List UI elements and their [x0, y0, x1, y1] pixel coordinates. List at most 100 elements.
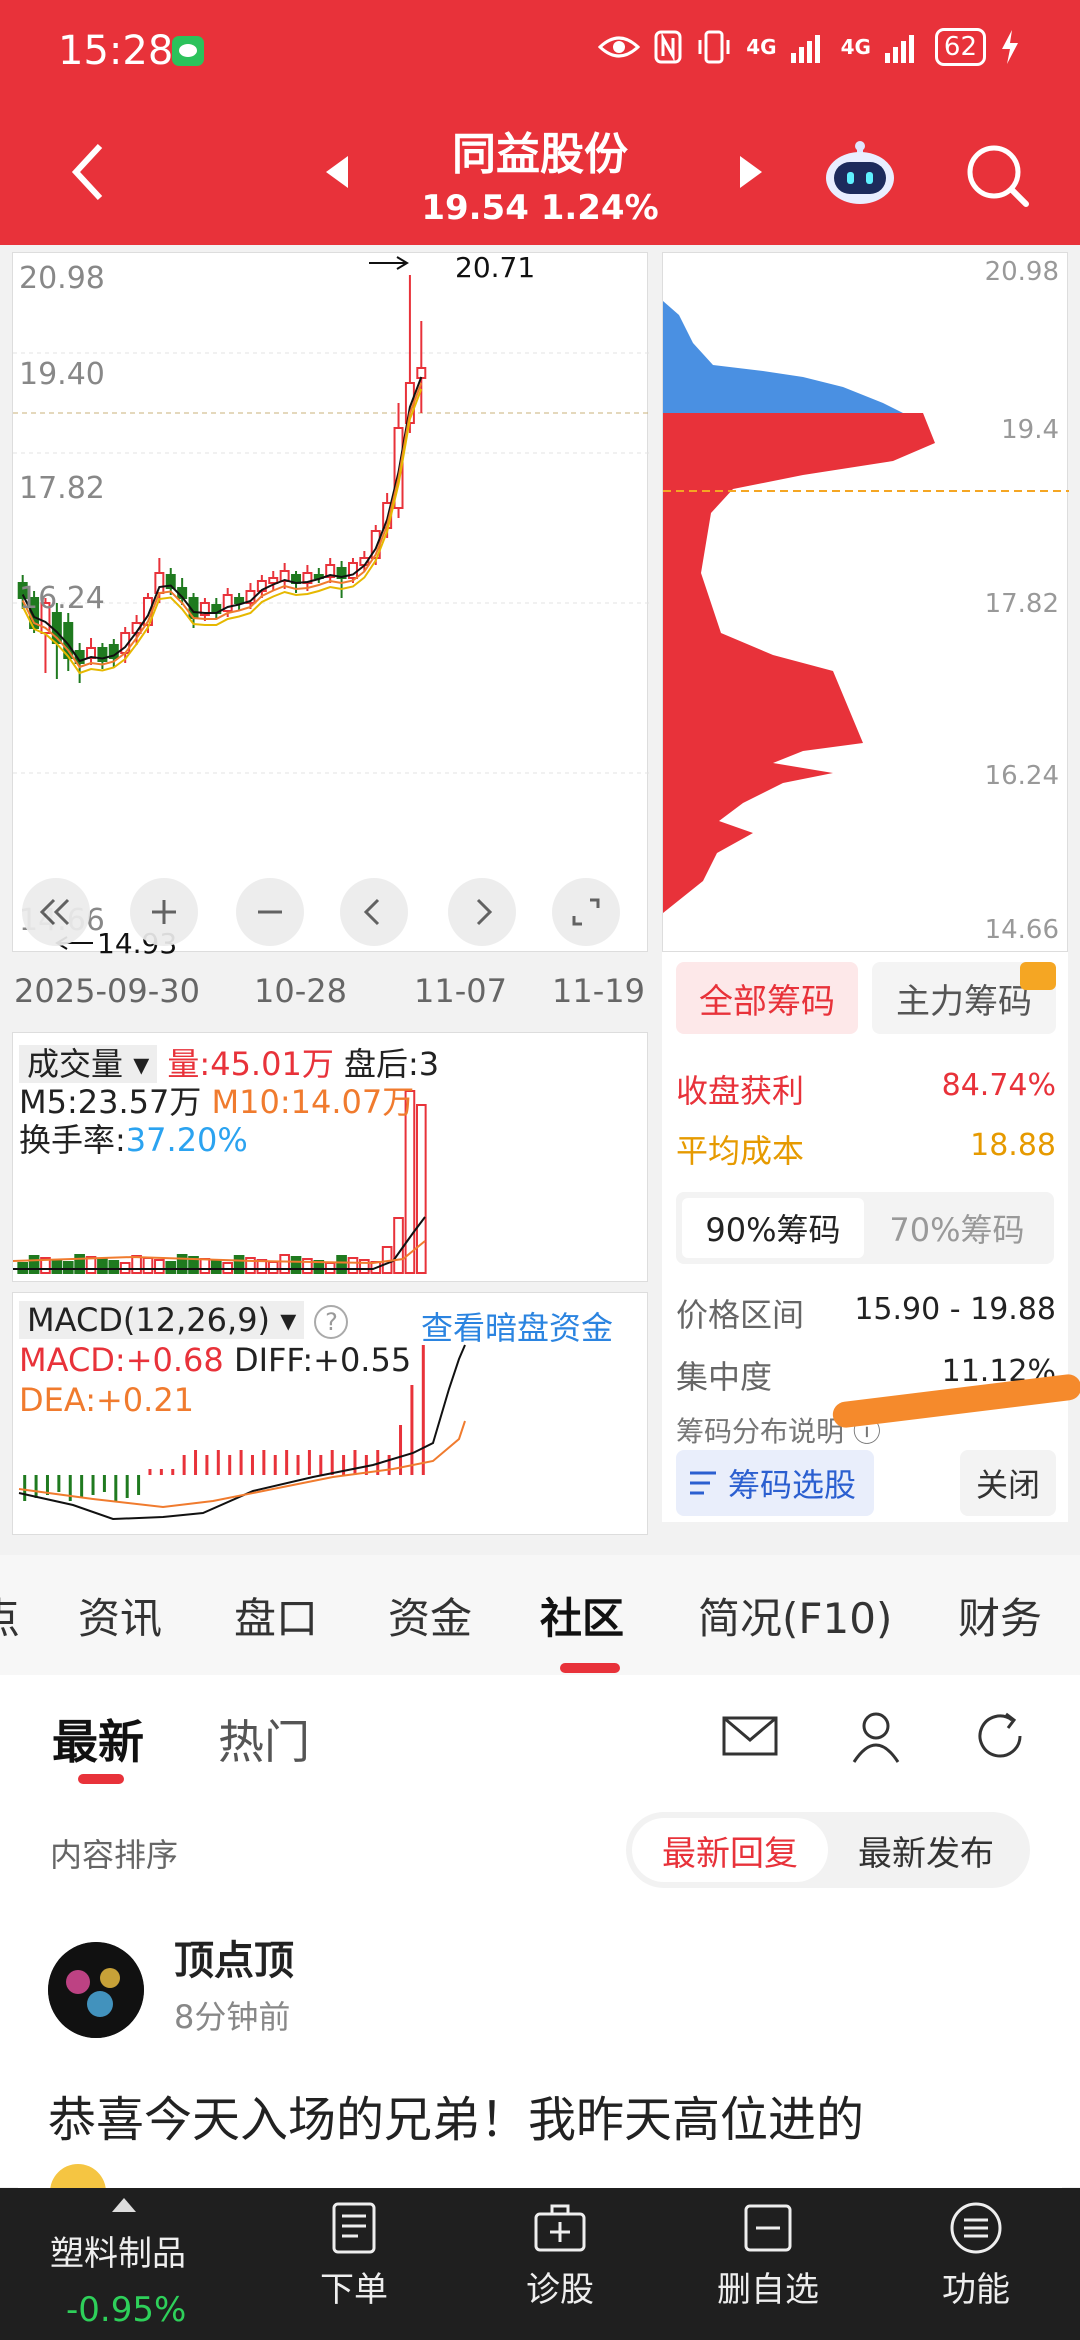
kline-y-label: 17.82 [19, 471, 105, 506]
post-author[interactable]: 顶点顶 [174, 1928, 294, 1986]
ai-assistant-button[interactable] [822, 138, 898, 206]
diagnose-button[interactable]: 诊股 [490, 2200, 630, 2330]
macd-chart[interactable]: MACD(12,26,9) ▾ ? 查看暗盘资金 MACD:+0.68 DIFF… [12, 1292, 648, 1535]
chart-zoom-in-button[interactable] [130, 878, 198, 946]
macd-value: MACD:+0.68 [19, 1341, 224, 1379]
volume-bar [279, 1254, 290, 1274]
chart-rewind-button[interactable] [22, 878, 90, 946]
volume-bar [131, 1255, 142, 1274]
tab-news[interactable]: 资讯 [78, 1585, 162, 1646]
caret-up-icon [112, 2198, 136, 2212]
candle-body [234, 597, 245, 604]
signal-label-1: 4G [746, 35, 777, 59]
signal-icon-2 [884, 35, 914, 63]
battery-indicator: 62 [934, 28, 986, 66]
macd-header: MACD(12,26,9) ▾ ? [19, 1301, 349, 1339]
remove-watchlist-button[interactable]: 删自选 [698, 2200, 838, 2330]
macd-select-label: MACD(12,26,9) [27, 1301, 271, 1339]
chip-y-label: 20.98 [984, 257, 1059, 287]
order-label: 下单 [320, 2270, 388, 2310]
tab-funds[interactable]: 资金 [388, 1585, 472, 1646]
tab-hot[interactable]: 热门 [218, 1706, 310, 1772]
chip-70-option[interactable]: 70%筹码 [866, 1198, 1048, 1258]
candle-body [154, 572, 165, 594]
volume-bar [347, 1257, 359, 1274]
status-time: 15:28 [58, 28, 174, 74]
ma5-line [21, 376, 423, 663]
sort-latest-publish[interactable]: 最新发布 [828, 1818, 1024, 1882]
chart-fullscreen-button[interactable] [552, 878, 620, 946]
chart-prev-button[interactable] [340, 878, 408, 946]
tab-all-chips[interactable]: 全部筹码 [676, 962, 858, 1034]
volume-bar [290, 1256, 302, 1274]
profile-button[interactable] [846, 1706, 906, 1766]
volume-bar [415, 1104, 427, 1274]
robot-icon [826, 141, 894, 204]
order-button[interactable]: 下单 [284, 2200, 424, 2330]
candle-body [268, 577, 279, 584]
price-range-value: 15.90 - 19.88 [854, 1292, 1056, 1327]
ma20-line [21, 388, 423, 675]
tab-f10[interactable]: 简况(F10) [698, 1585, 892, 1646]
signal-icon-1 [790, 35, 820, 63]
tab-main-chips-label: 主力筹码 [896, 981, 1032, 1022]
macd-values-line: MACD:+0.68 DIFF:+0.55 [19, 1341, 411, 1379]
kline-y-label: 16.24 [19, 581, 105, 616]
avg-cost-label: 平均成本 [676, 1132, 805, 1170]
macd-indicator-select[interactable]: MACD(12,26,9) ▾ [19, 1301, 305, 1339]
tab-finance[interactable]: 财务 [958, 1585, 1042, 1646]
sector-name[interactable]: 塑料制品 [50, 2226, 186, 2275]
remove-watchlist-label: 删自选 [717, 2270, 819, 2310]
dark-pool-link[interactable]: 查看暗盘资金 [421, 1303, 613, 1349]
date-axis-label: 10-28 [254, 972, 347, 1010]
volume-bar [233, 1255, 245, 1274]
nfc-icon [654, 30, 682, 64]
date-axis-label: 11-19 [552, 972, 645, 1010]
fullscreen-icon [572, 898, 600, 926]
chart-next-button[interactable] [448, 878, 516, 946]
volume-chart[interactable]: 成交量 ▾ 量:45.01万 盘后:3 M5:23.57万 M10:14.07万… [12, 1032, 648, 1282]
functions-button[interactable]: 功能 [906, 2200, 1046, 2330]
kline-chart[interactable]: 20.98 19.40 17.82 16.24 14.66 20.71 14.9… [12, 251, 649, 960]
ma10-line [21, 382, 423, 669]
refresh-button[interactable] [970, 1706, 1030, 1766]
post-text: 恭喜今天入场的兄弟！我昨天高位进的 [48, 2092, 865, 2148]
avatar[interactable] [48, 1942, 144, 2038]
kline-svg [13, 256, 649, 950]
avg-cost-value: 18.88 [970, 1128, 1056, 1163]
chip-distribution-chart[interactable]: 20.98 19.4 17.82 16.24 14.66 [662, 252, 1069, 952]
user-icon [852, 1712, 900, 1763]
macd-help-icon[interactable]: ? [314, 1305, 349, 1339]
profit-label: 收盘获利 [676, 1072, 805, 1110]
status-icons: 4G 4G 62 [598, 28, 1020, 66]
chart-zoom-out-button[interactable] [236, 878, 304, 946]
stock-name: 同益股份 [452, 129, 628, 180]
chip-stock-select-button[interactable]: 筹码选股 [676, 1450, 874, 1516]
charging-icon [1002, 30, 1018, 64]
chip-90-option[interactable]: 90%筹码 [682, 1198, 864, 1258]
volume-bar [154, 1259, 165, 1274]
functions-label: 功能 [942, 2270, 1010, 2310]
lock-icon [1020, 962, 1056, 990]
chip-profit-area [663, 301, 903, 413]
tab-main-chips[interactable]: 主力筹码 [872, 962, 1056, 1034]
tab-community[interactable]: 社区 [540, 1585, 624, 1646]
search-button[interactable] [962, 140, 1032, 210]
tab-orderbook[interactable]: 盘口 [234, 1585, 318, 1646]
volume-bar [97, 1258, 108, 1274]
dea-value: DEA:+0.21 [19, 1381, 195, 1419]
date-axis-label: 2025-09-30 [14, 972, 200, 1010]
tab-partial[interactable]: 点 [0, 1585, 20, 1646]
stock-price-line: 19.54 1.24% [0, 188, 1080, 228]
next-stock-button[interactable] [730, 150, 770, 194]
turnover-line: 换手率:37.20% [19, 1115, 248, 1161]
volume-bar [210, 1260, 222, 1274]
sort-latest-reply[interactable]: 最新回复 [632, 1818, 828, 1882]
header: 15:28 4G 4G 62 同益股份 19.54 1.24% [0, 0, 1080, 245]
chip-stock-select-label: 筹码选股 [728, 1466, 857, 1504]
tab-latest[interactable]: 最新 [52, 1706, 144, 1772]
message-button[interactable] [720, 1706, 780, 1766]
price-range-label: 价格区间 [676, 1296, 805, 1334]
close-chip-button[interactable]: 关闭 [960, 1450, 1056, 1516]
status-bar: 15:28 4G 4G 62 [0, 0, 1080, 100]
